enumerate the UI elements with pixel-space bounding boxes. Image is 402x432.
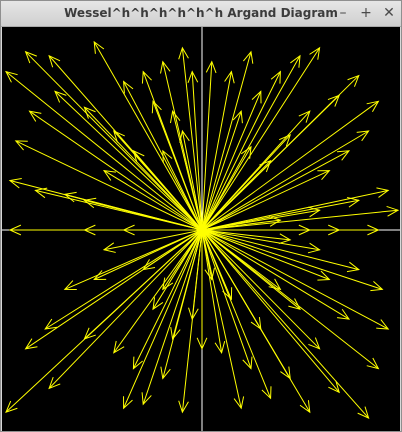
- diagram-canvas: [2, 27, 400, 431]
- app-window: Wessel^h^h^h^h^h^h Argand Diagram – + ✕: [0, 0, 402, 432]
- title-bar[interactable]: Wessel^h^h^h^h^h^h Argand Diagram – + ✕: [1, 1, 401, 27]
- close-button[interactable]: ✕: [379, 3, 399, 23]
- origin-point: [197, 225, 207, 235]
- minimize-button[interactable]: –: [333, 3, 353, 23]
- argand-diagram: [2, 27, 400, 431]
- maximize-button[interactable]: +: [356, 3, 376, 23]
